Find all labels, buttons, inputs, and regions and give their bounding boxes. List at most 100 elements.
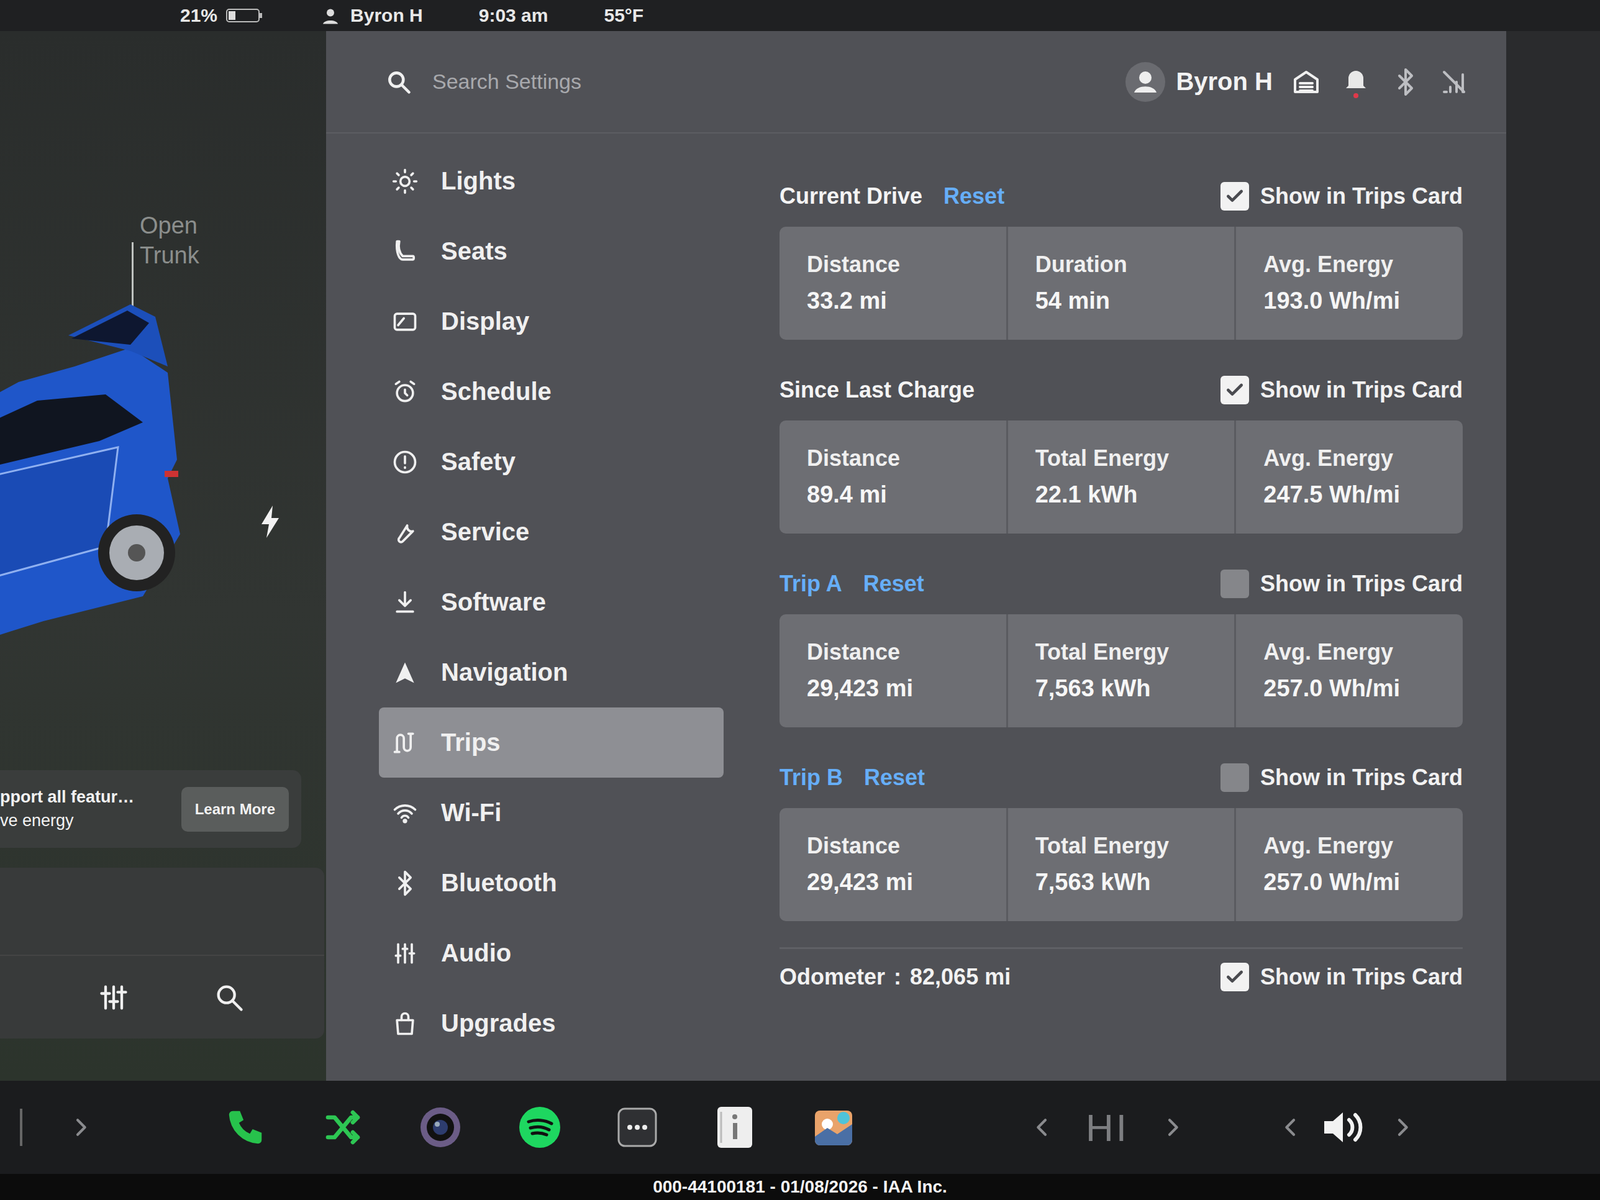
sidebar-item[interactable]: Seats xyxy=(378,216,724,287)
show-checkbox[interactable] xyxy=(1220,569,1250,599)
menu-icon[interactable] xyxy=(391,378,419,406)
sidebar-label[interactable]: Trips xyxy=(440,728,501,757)
volume-icon[interactable] xyxy=(1321,1102,1372,1153)
climate-temperature[interactable]: HI xyxy=(1085,1105,1130,1150)
menu-icon[interactable] xyxy=(391,167,419,196)
section-title-group: Since Last Charge xyxy=(779,377,1221,404)
show-in-trips-card[interactable]: Show in Trips Card xyxy=(1220,962,1463,992)
menu-icon[interactable] xyxy=(391,1009,419,1038)
chevron-right-icon[interactable] xyxy=(68,1114,94,1140)
sidebar-label[interactable]: Bluetooth xyxy=(440,868,558,897)
stat-cell: Total Energy7,563 kWh xyxy=(1006,614,1235,728)
chevron-right-icon[interactable] xyxy=(1390,1114,1415,1140)
shuffle-icon[interactable] xyxy=(322,1107,363,1148)
stat-value: 247.5 Wh/mi xyxy=(1263,481,1436,509)
sidebar-item[interactable]: Navigation xyxy=(378,637,724,708)
garage-icon[interactable] xyxy=(1291,67,1322,97)
sidebar-label[interactable]: Service xyxy=(440,518,530,546)
show-label[interactable]: Show in Trips Card xyxy=(1260,764,1463,791)
sidebar-item[interactable]: Upgrades xyxy=(378,988,724,1059)
sidebar-label[interactable]: Navigation xyxy=(440,658,568,687)
menu-icon[interactable] xyxy=(391,588,419,617)
sidebar-label[interactable]: Lights xyxy=(440,167,516,196)
profile-name[interactable]: Byron H xyxy=(1175,67,1273,96)
reset-button[interactable]: Reset xyxy=(863,570,925,597)
sidebar-item[interactable]: Schedule xyxy=(378,356,724,427)
sidebar-item[interactable]: Audio xyxy=(378,918,724,989)
stat-cell: Avg. Energy257.0 Wh/mi xyxy=(1234,614,1463,728)
stats-card: Distance29,423 miTotal Energy7,563 kWhAv… xyxy=(779,808,1463,922)
chevron-left-icon[interactable] xyxy=(1278,1114,1304,1140)
manual-icon[interactable] xyxy=(713,1105,757,1150)
chevron-left-icon[interactable] xyxy=(1029,1114,1055,1140)
watermark: 000-44100181 - 01/08/2026 - IAA Inc. xyxy=(652,1177,948,1197)
sidebar-label[interactable]: Safety xyxy=(440,447,516,476)
camera-icon[interactable] xyxy=(418,1105,463,1150)
sidebar-label[interactable]: Schedule xyxy=(440,377,552,406)
menu-icon[interactable] xyxy=(391,308,419,336)
show-checkbox[interactable] xyxy=(1220,962,1250,992)
trunk-label-line[interactable]: Trunk xyxy=(139,240,200,271)
menu-icon[interactable] xyxy=(391,799,419,827)
phone-icon[interactable] xyxy=(223,1105,268,1150)
menu-icon[interactable] xyxy=(391,518,419,546)
sidebar-label[interactable]: Audio xyxy=(440,939,512,968)
learn-more-button[interactable]: Learn More xyxy=(181,786,289,832)
menu-icon[interactable] xyxy=(391,729,419,757)
profile[interactable]: Byron H xyxy=(1124,61,1273,103)
reset-button[interactable]: Reset xyxy=(943,183,1005,210)
stat-cell: Total Energy22.1 kWh xyxy=(1006,420,1235,534)
sidebar-item[interactable]: Trips xyxy=(378,707,724,778)
stat-cell: Avg. Energy193.0 Wh/mi xyxy=(1234,226,1463,340)
show-checkbox[interactable] xyxy=(1220,763,1250,792)
sidebar-item[interactable]: Display xyxy=(378,286,724,357)
bluetooth-icon[interactable] xyxy=(1390,67,1421,97)
show-label[interactable]: Show in Trips Card xyxy=(1260,570,1463,597)
menu-icon[interactable] xyxy=(391,237,419,266)
show-in-trips-card[interactable]: Show in Trips Card xyxy=(1220,569,1463,599)
equalizer-icon[interactable] xyxy=(97,981,130,1014)
notification-icon[interactable] xyxy=(1339,65,1373,99)
sidebar-label[interactable]: Display xyxy=(440,307,530,336)
reset-button[interactable]: Reset xyxy=(863,764,925,791)
battery-level: 21% xyxy=(180,4,218,27)
sidebar-label[interactable]: Seats xyxy=(440,237,508,266)
trunk-label[interactable]: OpenTrunk xyxy=(139,211,200,271)
menu-icon[interactable] xyxy=(391,448,419,476)
show-in-trips-card[interactable]: Show in Trips Card xyxy=(1220,763,1463,792)
menu-icon[interactable] xyxy=(391,869,419,897)
search-field[interactable] xyxy=(431,68,1107,95)
toybox-icon[interactable] xyxy=(812,1105,856,1150)
sidebar-label[interactable]: Wi-Fi xyxy=(440,798,502,827)
show-label[interactable]: Show in Trips Card xyxy=(1260,377,1463,404)
stat-cell: Distance 29,423 mi xyxy=(779,614,1007,728)
show-label[interactable]: Show in Trips Card xyxy=(1260,963,1463,991)
temperature: 55°F xyxy=(603,4,644,27)
stat-label: Distance xyxy=(806,639,979,666)
sidebar-item[interactable]: Lights xyxy=(378,145,724,217)
menu-icon[interactable] xyxy=(391,939,419,968)
show-checkbox[interactable] xyxy=(1220,181,1250,211)
sidebar-item[interactable]: Bluetooth xyxy=(378,847,724,919)
menu-icon[interactable] xyxy=(391,659,419,687)
no-signal-icon[interactable] xyxy=(1439,67,1469,97)
more-icon[interactable] xyxy=(617,1107,658,1148)
sidebar-label[interactable]: Software xyxy=(440,588,546,617)
sidebar-item[interactable]: Service xyxy=(378,496,724,568)
stat-value: 257.0 Wh/mi xyxy=(1263,675,1436,702)
show-label[interactable]: Show in Trips Card xyxy=(1260,183,1463,210)
show-in-trips-card[interactable]: Show in Trips Card xyxy=(1220,375,1463,405)
search-icon[interactable] xyxy=(213,981,246,1014)
spotify-icon[interactable] xyxy=(518,1105,562,1150)
trunk-label-line[interactable]: Open xyxy=(139,211,200,241)
sidebar-label[interactable]: Upgrades xyxy=(440,1009,556,1038)
chevron-right-icon[interactable] xyxy=(1160,1114,1186,1140)
show-in-trips-card[interactable]: Show in Trips Card xyxy=(1220,181,1463,211)
sidebar-item[interactable]: Wi-Fi xyxy=(378,777,724,848)
sidebar-item[interactable]: Safety xyxy=(378,426,724,497)
sidebar-item[interactable]: Software xyxy=(378,567,724,638)
stat-value: 29,423 mi xyxy=(806,675,979,702)
show-checkbox[interactable] xyxy=(1220,375,1250,405)
search-icon[interactable] xyxy=(385,68,413,96)
section-title-group: Current DriveReset xyxy=(779,183,1221,210)
